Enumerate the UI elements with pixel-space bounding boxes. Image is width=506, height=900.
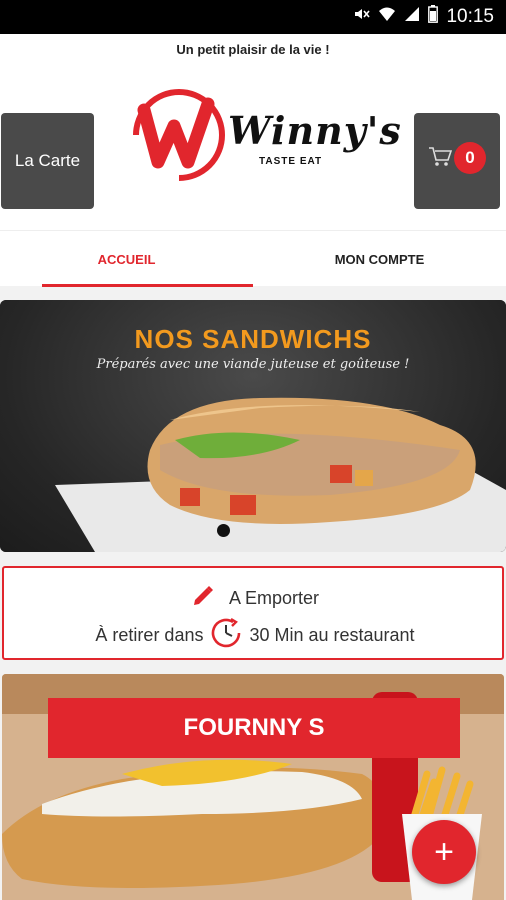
status-icons: 10:15 <box>352 5 494 28</box>
tagline: Un petit plaisir de la vie ! <box>176 42 330 57</box>
logo-emblem-icon <box>133 89 225 181</box>
signal-icon <box>404 6 420 27</box>
clock-icon <box>209 616 243 655</box>
pencil-icon[interactable] <box>191 584 215 613</box>
mute-icon <box>352 5 371 28</box>
app-header: Un petit plaisir de la vie ! La Carte Wi… <box>0 34 506 287</box>
add-to-cart-button[interactable]: + <box>412 820 476 884</box>
pickup-time-row: À retirer dans 30 Min au restaurant <box>4 616 506 655</box>
pickup-prefix: À retirer dans <box>95 625 204 645</box>
pickup-time: 30 Min au restaurant <box>249 625 415 645</box>
brand-name: Winny's <box>228 108 402 153</box>
banner-title: NOS SANDWICHS <box>134 324 372 354</box>
battery-icon <box>428 5 439 28</box>
brand-logo: Winny's TASTE EAT <box>124 80 401 190</box>
order-mode-label: A Emporter <box>228 588 320 608</box>
brand-tagline: TASTE EAT <box>259 156 323 167</box>
order-info-panel: A Emporter À retirer dans 30 Min au rest… <box>2 566 504 660</box>
cart-count-badge: 0 <box>454 142 486 174</box>
cart-button[interactable]: 0 <box>414 113 500 209</box>
tab-mon-compte[interactable]: MON COMPTE <box>253 231 506 287</box>
carousel-indicator[interactable] <box>217 524 230 537</box>
status-time: 10:15 <box>446 5 494 27</box>
banner-subtitle: Préparés avec une viande juteuse et goût… <box>96 357 410 372</box>
tab-accueil[interactable]: ACCUEIL <box>0 231 253 287</box>
main-tabs: ACCUEIL MON COMPTE <box>0 230 506 287</box>
product-name: FOURNNY S <box>48 698 460 758</box>
menu-button[interactable]: La Carte <box>1 113 94 209</box>
cart-icon <box>428 146 453 173</box>
wifi-icon <box>378 5 396 28</box>
order-mode-row[interactable]: A Emporter <box>4 584 506 613</box>
promo-banner[interactable]: NOS SANDWICHS Préparés avec une viande j… <box>0 300 506 552</box>
product-card[interactable]: FOURNNY S + <box>2 674 504 900</box>
status-bar: 10:15 <box>0 0 506 34</box>
plus-icon: + <box>434 832 454 871</box>
